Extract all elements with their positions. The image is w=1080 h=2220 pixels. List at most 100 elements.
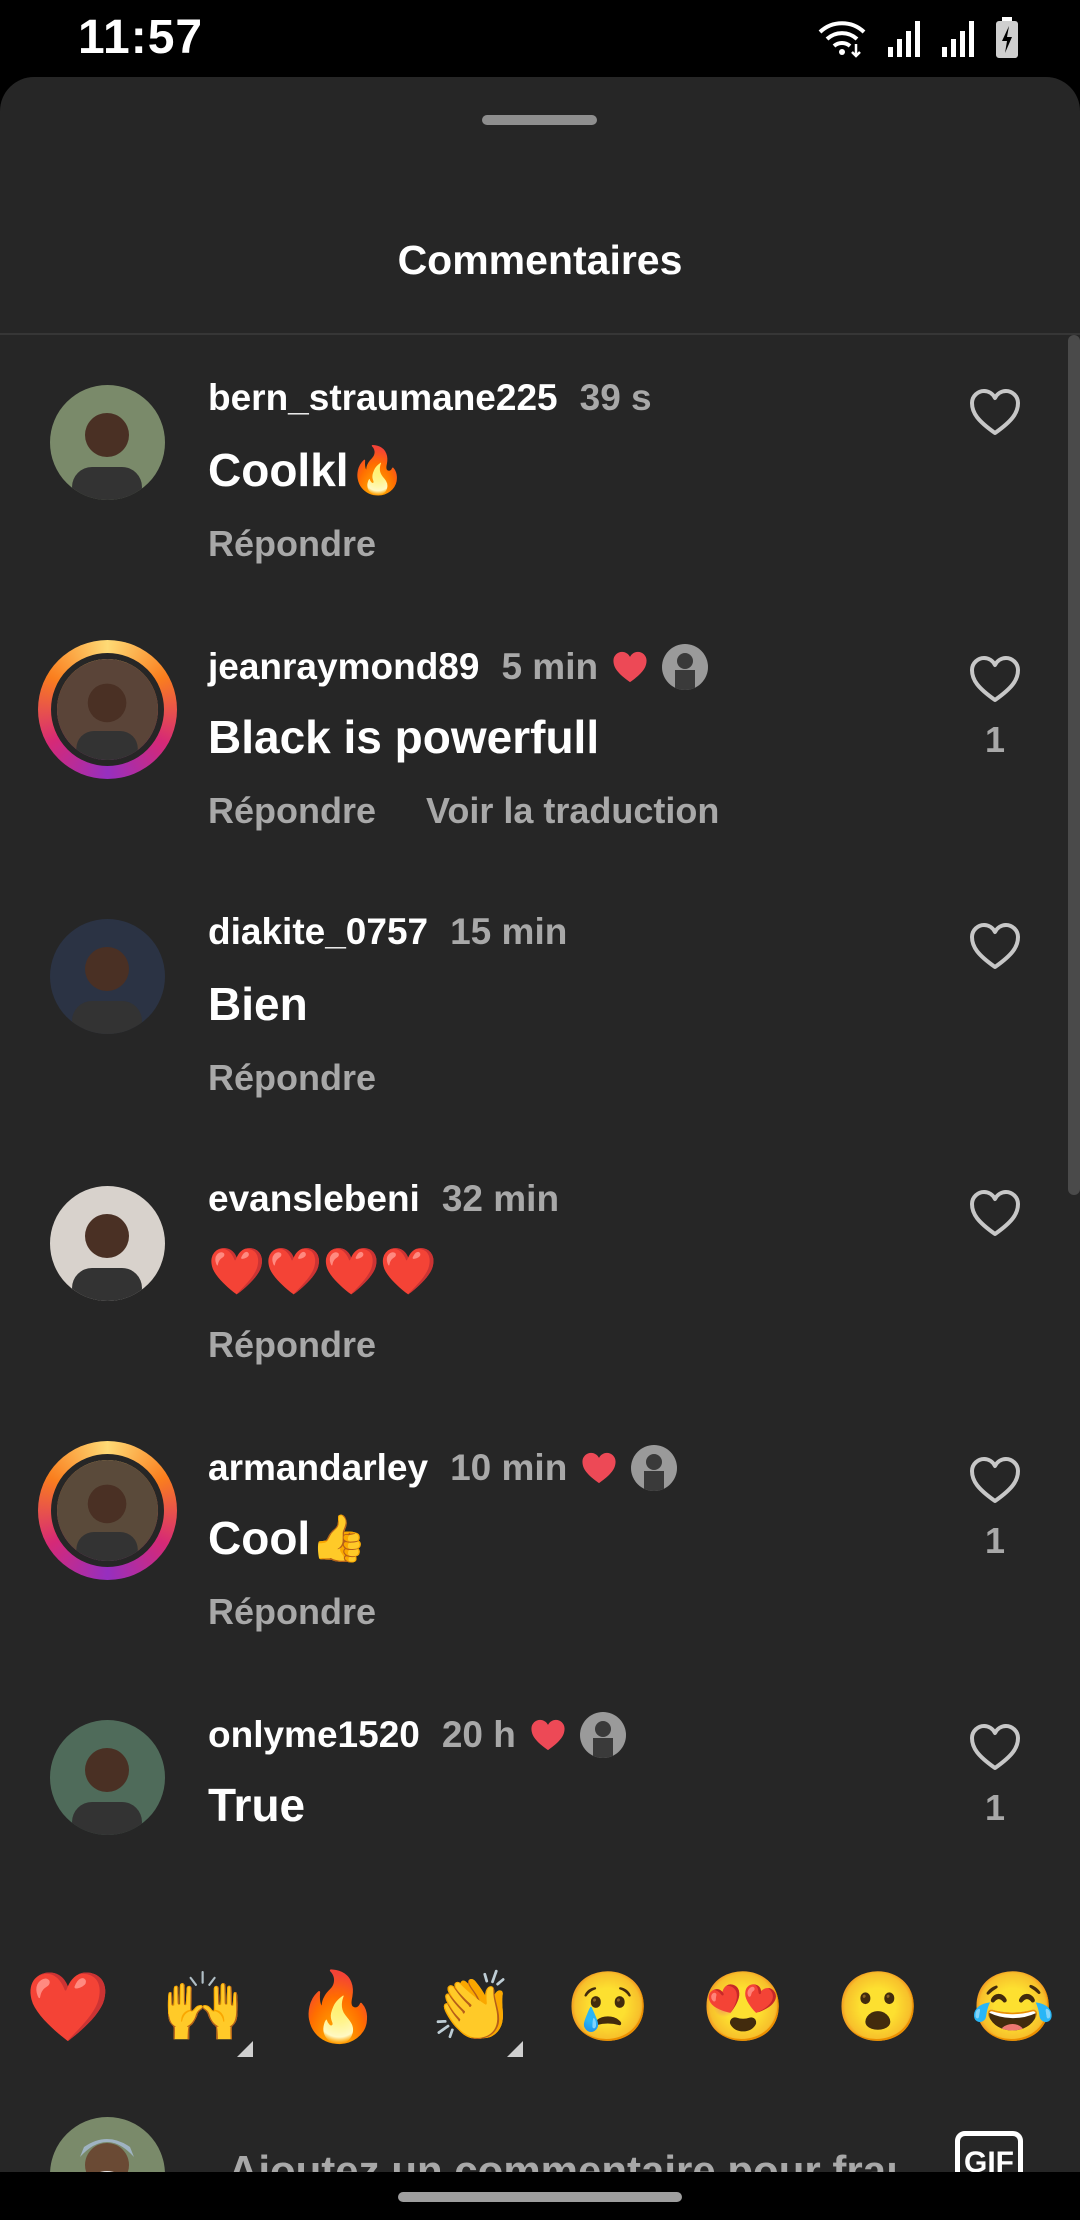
reaction-crying-face-icon[interactable]: 😢 xyxy=(558,1957,658,2057)
comment-meta: diakite_0757 15 min xyxy=(208,911,567,953)
reaction-heart-icon[interactable]: ❤️ xyxy=(18,1957,118,2057)
my-avatar xyxy=(50,2117,165,2172)
comment-meta: bern_straumane225 39 s xyxy=(208,377,652,419)
comment-meta: evanslebeni 32 min xyxy=(208,1178,559,1220)
comment-time: 5 min xyxy=(501,646,599,687)
comment-input[interactable]: Ajoutez un commentaire pour fraı xyxy=(228,2147,900,2172)
comment-item[interactable]: armandarley 10 min Cool👍 Répondre 1 xyxy=(0,1403,1080,1669)
reaction-emoji: 👏 xyxy=(430,1969,516,2045)
gif-button[interactable]: GIF xyxy=(955,2131,1023,2172)
comment-list[interactable]: bern_straumane225 39 s Coolkl🔥 Répondre jean… xyxy=(0,335,1080,1910)
comment-username[interactable]: diakite_0757 xyxy=(208,911,428,953)
author-liked-heart-icon xyxy=(528,1717,568,1753)
reply-button[interactable]: Répondre xyxy=(208,790,376,832)
comment-text: Bien xyxy=(208,978,308,1030)
avatar[interactable] xyxy=(51,1454,164,1567)
reaction-clapping-hands-icon[interactable]: 👏 xyxy=(423,1957,523,2057)
comment-item[interactable]: diakite_0757 15 min Bien Répondre xyxy=(0,869,1080,1135)
reaction-emoji: 🙌 xyxy=(160,1969,246,2045)
like-heart-icon[interactable] xyxy=(955,921,1035,976)
comment-actions: Répondre xyxy=(208,523,376,565)
drag-handle[interactable] xyxy=(482,115,597,125)
like-heart-icon[interactable] xyxy=(955,1722,1035,1777)
comment-meta: armandarley 10 min xyxy=(208,1445,678,1491)
comment-username[interactable]: jeanraymond89 xyxy=(208,646,479,688)
comment-username[interactable]: evanslebeni xyxy=(208,1178,420,1220)
reaction-heart-eyes-icon[interactable]: 😍 xyxy=(693,1957,793,2057)
story-ring[interactable] xyxy=(38,1441,177,1580)
reaction-emoji: 😮 xyxy=(835,1969,921,2045)
comments-sheet: Commentaires bern_straumane225 39 s Coolkl… xyxy=(0,77,1080,2172)
skin-tone-indicator xyxy=(237,2041,253,2057)
like-column: 1 xyxy=(955,654,1035,761)
comment-item[interactable]: onlyme1520 20 h True 1 xyxy=(0,1670,1080,1910)
avatar-wrapper[interactable] xyxy=(50,919,165,1034)
comment-meta: onlyme1520 20 h xyxy=(208,1712,626,1758)
like-count: 1 xyxy=(984,719,1006,760)
signal-icon-2 xyxy=(942,21,974,57)
see-translation-button[interactable]: Voir la traduction xyxy=(426,790,719,832)
avatar[interactable] xyxy=(50,1186,165,1301)
comment-text: Coolkl🔥 xyxy=(208,444,406,496)
comment-username[interactable]: onlyme1520 xyxy=(208,1714,420,1756)
reaction-emoji: 😍 xyxy=(700,1969,786,2045)
comment-time: 15 min xyxy=(450,911,568,952)
comment-item[interactable]: evanslebeni 32 min ❤️❤️❤️❤️ Répondre xyxy=(0,1136,1080,1402)
comment-text: True xyxy=(208,1779,306,1831)
reaction-emoji: 😢 xyxy=(565,1969,651,2045)
sheet-title: Commentaires xyxy=(397,237,683,283)
like-column xyxy=(955,387,1035,442)
avatar[interactable] xyxy=(51,653,164,766)
reaction-fire-icon[interactable]: 🔥 xyxy=(288,1957,388,2057)
comment-text: Black is powerfull xyxy=(208,711,600,763)
like-heart-icon[interactable] xyxy=(955,387,1035,442)
comment-meta: jeanraymond89 5 min xyxy=(208,644,709,690)
like-column xyxy=(955,921,1035,976)
home-gesture-pill[interactable] xyxy=(398,2192,682,2202)
comment-actions: Répondre xyxy=(208,1324,376,1366)
like-column: 1 xyxy=(955,1455,1035,1562)
author-avatar xyxy=(579,1712,626,1758)
avatar-wrapper[interactable] xyxy=(50,385,165,500)
signal-icon xyxy=(888,21,920,57)
comment-time: 32 min xyxy=(441,1178,560,1219)
reaction-open-mouth-icon[interactable]: 😮 xyxy=(828,1957,928,2057)
reaction-emoji: ❤️ xyxy=(25,1969,111,2045)
avatar[interactable] xyxy=(50,919,165,1034)
like-column xyxy=(955,1188,1035,1243)
author-liked-heart-icon xyxy=(610,649,650,685)
like-count: 1 xyxy=(984,1787,1006,1828)
comment-text: ❤️❤️❤️❤️ xyxy=(208,1245,438,1297)
comment-item[interactable]: bern_straumane225 39 s Coolkl🔥 Répondre xyxy=(0,335,1080,601)
avatar-wrapper[interactable] xyxy=(50,1720,165,1835)
comment-username[interactable]: armandarley xyxy=(208,1447,428,1489)
comment-actions: Répondre Voir la traduction xyxy=(208,790,719,832)
avatar-wrapper[interactable] xyxy=(50,1186,165,1301)
status-time: 11:57 xyxy=(78,11,204,64)
avatar[interactable] xyxy=(50,1720,165,1835)
skin-tone-indicator xyxy=(507,2041,523,2057)
comment-item[interactable]: jeanraymond89 5 min Black is powerfull Répo… xyxy=(0,602,1080,868)
like-heart-icon[interactable] xyxy=(955,654,1035,709)
navigation-bar xyxy=(0,2172,1080,2220)
comment-username[interactable]: bern_straumane225 xyxy=(208,377,558,419)
reply-button[interactable]: Répondre xyxy=(208,1057,376,1099)
comment-time: 20 h xyxy=(441,1714,516,1755)
like-heart-icon[interactable] xyxy=(955,1188,1035,1243)
reaction-tears-of-joy-icon[interactable]: 😂 xyxy=(963,1957,1063,2057)
reply-button[interactable]: Répondre xyxy=(208,523,376,565)
avatar[interactable] xyxy=(50,385,165,500)
comment-time: 10 min xyxy=(450,1447,568,1488)
battery-icon xyxy=(996,17,1018,58)
author-avatar xyxy=(631,1445,678,1491)
comment-actions: Répondre xyxy=(208,1591,376,1633)
scrollbar[interactable] xyxy=(1068,335,1080,1195)
reply-button[interactable]: Répondre xyxy=(208,1591,376,1633)
reply-button[interactable]: Répondre xyxy=(208,1324,376,1366)
like-count: 1 xyxy=(984,1520,1006,1561)
story-ring[interactable] xyxy=(38,640,177,779)
comment-text: Cool👍 xyxy=(208,1512,368,1564)
like-heart-icon[interactable] xyxy=(955,1455,1035,1510)
reaction-raising-hands-icon[interactable]: 🙌 xyxy=(153,1957,253,2057)
comment-actions: Répondre xyxy=(208,1057,376,1099)
